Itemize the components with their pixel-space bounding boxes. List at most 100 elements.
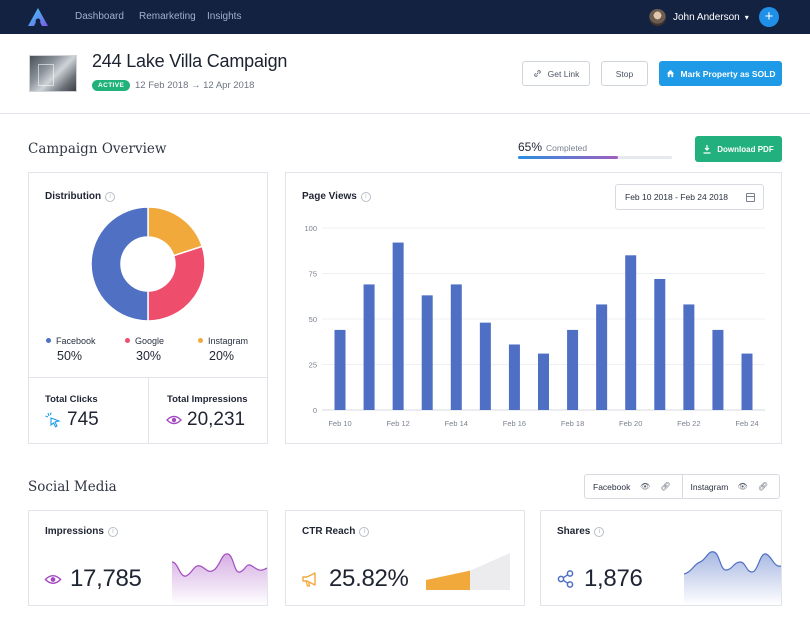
nav-link-remarketing[interactable]: Remarketing — [139, 11, 196, 22]
nav-link-dashboard[interactable]: Dashboard — [75, 11, 124, 22]
bar[interactable] — [363, 284, 375, 410]
info-icon[interactable]: i — [360, 192, 371, 202]
ctr-reach-title-text: CTR Reach — [302, 526, 356, 537]
legend-instagram: Instagram — [198, 336, 248, 346]
bar[interactable] — [625, 255, 637, 410]
x-tick-label: Feb 20 — [619, 419, 642, 428]
bar[interactable] — [712, 329, 724, 410]
y-tick-label: 25 — [309, 361, 317, 370]
distribution-title-text: Distribution — [45, 191, 102, 202]
impressions-value: 17,785 — [70, 565, 142, 592]
donut-slice-google[interactable] — [147, 245, 206, 322]
impressions-title: Impressions i — [45, 526, 118, 537]
campaign-dates: 12 Feb 2018 → 12 Apr 2018 — [135, 80, 254, 91]
mark-sold-button[interactable]: Mark Property as SOLD — [659, 61, 782, 86]
ctr-reach-progress-chart — [426, 553, 510, 590]
instagram-percent: 20% — [209, 349, 235, 363]
avatar — [649, 8, 666, 26]
share-icon — [557, 570, 574, 588]
bar[interactable] — [538, 353, 549, 410]
x-tick-label: Feb 18 — [561, 419, 584, 428]
info-icon[interactable]: i — [359, 527, 370, 537]
x-tick-label: Feb 12 — [386, 419, 409, 428]
stop-label: Stop — [615, 68, 634, 79]
shares-value: 1,876 — [584, 565, 643, 592]
page-views-title-text: Page Views — [302, 191, 357, 202]
distribution-donut-chart — [90, 206, 206, 322]
donut-slice-facebook[interactable] — [90, 206, 149, 322]
x-tick-label: Feb 16 — [503, 419, 526, 428]
page-views-title: Page Views i — [302, 191, 371, 202]
calendar-icon — [746, 193, 755, 202]
toggle-instagram[interactable]: Instagram 👁︎ 🔗︎ — [681, 475, 780, 498]
progress-percent: 65% — [518, 140, 543, 154]
bar[interactable] — [392, 242, 404, 410]
facebook-percent: 50% — [57, 349, 83, 363]
nav-link-insights[interactable]: Insights — [207, 11, 241, 22]
top-navbar: Dashboard Remarketing Insights John Ande… — [0, 0, 810, 34]
download-pdf-button[interactable]: Download PDF — [695, 136, 782, 162]
bar[interactable] — [334, 329, 346, 410]
bar[interactable] — [654, 278, 666, 410]
total-clicks-label: Total Clicks — [45, 394, 98, 405]
y-tick-label: 0 — [313, 406, 317, 415]
get-link-label: Get Link — [547, 68, 580, 79]
social-media-title: Social Media — [28, 479, 117, 495]
campaign-progress: 65% Completed — [518, 138, 672, 159]
info-icon[interactable]: i — [594, 527, 605, 537]
bar[interactable] — [567, 329, 579, 410]
get-link-button[interactable]: Get Link — [522, 61, 590, 86]
info-icon[interactable]: i — [105, 192, 116, 202]
legend-google: Google — [125, 336, 164, 346]
total-clicks-value: 745 — [67, 409, 99, 430]
megaphone-icon — [302, 572, 316, 587]
download-pdf-label: Download PDF — [717, 144, 774, 154]
bar[interactable] — [479, 322, 491, 410]
eye-link-icons: 👁︎ 🔗︎ — [639, 482, 675, 491]
add-button[interactable]: + — [759, 7, 779, 27]
ctr-reach-title: CTR Reach i — [302, 526, 370, 537]
total-impressions-label: Total Impressions — [167, 394, 248, 405]
shares-title-text: Shares — [557, 526, 591, 537]
shares-sparkline — [684, 551, 781, 605]
legend-label: Facebook — [56, 336, 96, 346]
progress-fill — [518, 156, 619, 159]
link-icon — [533, 70, 541, 77]
social-toggle-group: Facebook 👁︎ 🔗︎ Instagram 👁︎ 🔗︎ — [584, 474, 780, 499]
page-title: 244 Lake Villa Campaign — [92, 51, 288, 71]
bar[interactable] — [683, 304, 695, 410]
bar[interactable] — [741, 353, 753, 410]
y-tick-label: 75 — [309, 270, 317, 279]
legend-dot — [125, 338, 130, 343]
progress-track — [518, 156, 672, 159]
shares-title: Shares i — [557, 526, 605, 537]
app-logo[interactable] — [27, 7, 49, 27]
bar[interactable] — [421, 295, 433, 410]
info-icon[interactable]: i — [107, 527, 118, 537]
card-divider — [148, 377, 149, 444]
legend-facebook: Facebook — [46, 336, 96, 346]
toggle-facebook[interactable]: Facebook 👁︎ 🔗︎ — [585, 475, 682, 498]
date-range-picker[interactable]: Feb 10 2018 - Feb 24 2018 — [615, 184, 764, 210]
impressions-sparkline — [172, 553, 267, 605]
page-views-bar-chart: 0 25 50 75 100 Feb 10 Feb 12 Feb 14 Feb 16 Feb 18… — [304, 224, 765, 428]
legend-label: Instagram — [208, 336, 249, 346]
toggle-instagram-label: Instagram — [690, 481, 729, 492]
bar[interactable] — [450, 284, 462, 410]
start-date: 12 Feb 2018 — [135, 80, 189, 91]
download-icon — [703, 144, 711, 154]
property-thumbnail — [29, 55, 77, 92]
ctr-reach-value: 25.82% — [329, 565, 409, 592]
eye-icon — [166, 415, 182, 425]
stop-button[interactable]: Stop — [601, 61, 648, 86]
user-menu[interactable]: John Anderson ▾ — [649, 8, 749, 26]
x-tick-label: Feb 24 — [735, 419, 758, 428]
status-badge: ACTIVE — [92, 80, 131, 91]
bar[interactable] — [508, 344, 520, 410]
bar[interactable] — [596, 304, 608, 410]
x-tick-label: Feb 14 — [445, 419, 468, 428]
eye-link-icons: 👁︎ 🔗︎ — [737, 482, 772, 491]
header-divider — [0, 113, 810, 114]
end-date: 12 Apr 2018 — [203, 80, 255, 91]
google-percent: 30% — [136, 349, 162, 363]
